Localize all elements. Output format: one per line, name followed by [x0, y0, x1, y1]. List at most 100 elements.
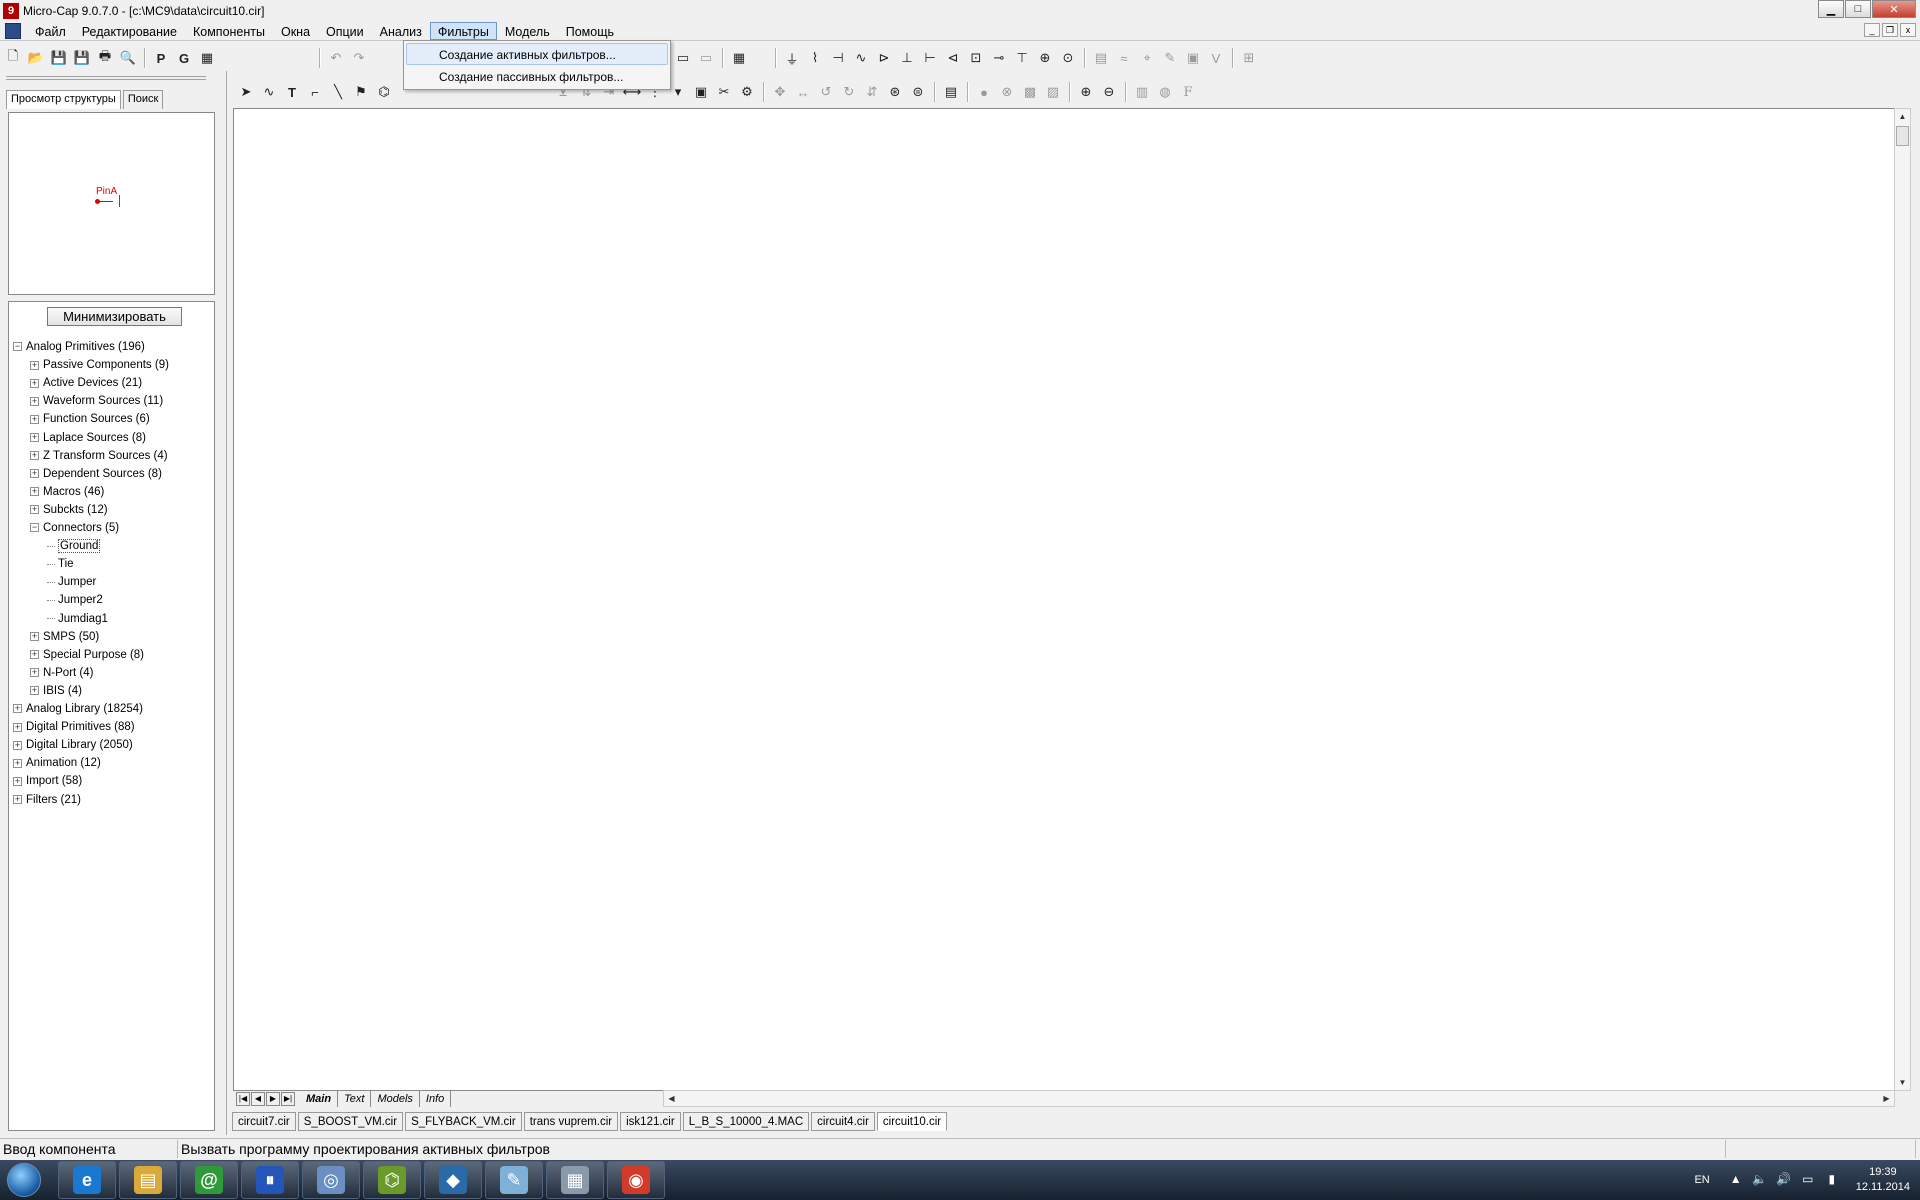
- tree-item[interactable]: − Connectors (5): [30, 519, 119, 537]
- scroll-left-icon[interactable]: ◀: [664, 1091, 679, 1106]
- zoom-fit-icon[interactable]: ⊞: [1238, 47, 1260, 69]
- taskbar-app-button[interactable]: ◉: [607, 1161, 665, 1199]
- volume-icon[interactable]: 🔊: [1776, 1172, 1792, 1188]
- scroll-down-icon[interactable]: ▼: [1895, 1075, 1910, 1090]
- move-icon[interactable]: ✥: [769, 81, 791, 103]
- file-tab[interactable]: isk121.cir: [620, 1112, 681, 1131]
- tree-item[interactable]: + Passive Components (9): [30, 356, 169, 374]
- rotate-left-icon[interactable]: ↺: [815, 81, 837, 103]
- source-icon[interactable]: ⊕: [1034, 47, 1056, 69]
- speaker-muted-icon[interactable]: 🔈: [1752, 1172, 1768, 1188]
- tree-item[interactable]: + Animation (12): [13, 754, 101, 772]
- expand-icon[interactable]: +: [13, 740, 22, 750]
- globe-icon[interactable]: ◍: [1154, 81, 1176, 103]
- opamp-icon[interactable]: ⊲: [942, 47, 964, 69]
- expand-icon[interactable]: +: [30, 505, 39, 515]
- battery-icon[interactable]: ⊥: [896, 47, 918, 69]
- expand-icon[interactable]: +: [13, 722, 22, 732]
- expand-icon[interactable]: +: [30, 414, 39, 424]
- taskbar-app-button[interactable]: ✎: [485, 1161, 543, 1199]
- expand-icon[interactable]: +: [30, 451, 39, 461]
- tree-item[interactable]: + Active Devices (21): [30, 374, 142, 392]
- tie-icon[interactable]: ⊸: [988, 47, 1010, 69]
- ground-symbol-icon[interactable]: ⏚: [781, 47, 803, 69]
- collapse-icon[interactable]: −: [13, 342, 22, 352]
- vp-icon[interactable]: V: [1205, 47, 1227, 69]
- print-preview-icon[interactable]: 🔍: [117, 47, 139, 69]
- tree-item[interactable]: + Digital Library (2050): [13, 736, 133, 754]
- window-cascade-icon[interactable]: ▭: [695, 47, 717, 69]
- expand-icon[interactable]: +: [30, 668, 39, 678]
- tree-item[interactable]: + Function Sources (6): [30, 410, 150, 428]
- frame-icon[interactable]: ▣: [690, 81, 712, 103]
- close-icon[interactable]: ✕: [1872, 0, 1916, 18]
- taskbar-app-button[interactable]: ◆: [424, 1161, 482, 1199]
- first-sheet-icon[interactable]: |◀: [236, 1092, 250, 1106]
- expand-icon[interactable]: +: [30, 396, 39, 406]
- menu-item[interactable]: Анализ: [372, 22, 430, 40]
- expand-icon[interactable]: +: [30, 378, 39, 388]
- capacitor-icon[interactable]: ⊣: [827, 47, 849, 69]
- expand-icon[interactable]: +: [30, 632, 39, 642]
- select-arrow-icon[interactable]: ➤: [235, 81, 257, 103]
- maximize-icon[interactable]: □: [1845, 0, 1871, 18]
- menu-item[interactable]: Файл: [27, 22, 74, 40]
- function-icon[interactable]: F: [1177, 81, 1199, 103]
- tree-item[interactable]: − Analog Primitives (196): [13, 338, 145, 356]
- orthogonal-wire-icon[interactable]: ⌐: [304, 81, 326, 103]
- display-icon[interactable]: ▭: [1800, 1172, 1816, 1188]
- invert-icon[interactable]: ⇵: [861, 81, 883, 103]
- expand-icon[interactable]: +: [30, 432, 39, 442]
- print-icon[interactable]: 🖶: [94, 47, 116, 69]
- next-sheet-icon[interactable]: ▶: [266, 1092, 280, 1106]
- expand-icon[interactable]: +: [13, 704, 22, 714]
- send-back-icon[interactable]: ▨: [1042, 81, 1064, 103]
- info-stop-icon[interactable]: ●: [973, 81, 995, 103]
- file-tab[interactable]: trans vuprem.cir: [523, 1112, 619, 1131]
- diagonal-wire-icon[interactable]: ╲: [327, 81, 349, 103]
- expand-icon[interactable]: +: [30, 650, 39, 660]
- tree-item[interactable]: Jumper: [47, 573, 96, 591]
- pulse-source-icon[interactable]: ⊙: [1057, 47, 1079, 69]
- sheet-tab[interactable]: Models: [371, 1091, 420, 1107]
- tree-item[interactable]: Jumdiag1: [47, 610, 108, 628]
- prev-sheet-icon[interactable]: ◀: [251, 1092, 265, 1106]
- tree-item[interactable]: + Special Purpose (8): [30, 646, 144, 664]
- file-tab[interactable]: circuit4.cir: [811, 1112, 875, 1131]
- language-indicator[interactable]: EN: [1694, 1174, 1709, 1186]
- expand-icon[interactable]: +: [30, 686, 39, 696]
- layout-icon[interactable]: ▦: [196, 47, 218, 69]
- taskbar-app-button[interactable]: e: [58, 1161, 116, 1199]
- tree-item[interactable]: + Analog Library (18254): [13, 700, 143, 718]
- tab-structure-view[interactable]: Просмотр структуры: [6, 90, 121, 109]
- presentation-icon[interactable]: ▤: [940, 81, 962, 103]
- text-tool-icon[interactable]: T: [281, 81, 303, 103]
- expand-icon[interactable]: +: [30, 469, 39, 479]
- taskbar-app-button[interactable]: ▤: [119, 1161, 177, 1199]
- image-icon[interactable]: ▣: [1182, 47, 1204, 69]
- properties-icon[interactable]: ⚙: [736, 81, 758, 103]
- file-tab[interactable]: L_B_S_10000_4.MAC: [682, 1112, 810, 1131]
- open-folder-icon[interactable]: 📂: [25, 47, 47, 69]
- g-button[interactable]: G: [173, 47, 195, 69]
- scroll-right-icon[interactable]: ▶: [1879, 1091, 1894, 1106]
- cancel-icon[interactable]: ⊗: [996, 81, 1018, 103]
- vertical-scrollbar[interactable]: ▲ ▼: [1894, 108, 1911, 1091]
- file-tab[interactable]: circuit7.cir: [232, 1112, 296, 1131]
- zoom-out-icon[interactable]: ⊖: [1098, 81, 1120, 103]
- tree-item[interactable]: Ground: [47, 537, 101, 555]
- taskbar-app-button[interactable]: ◎: [302, 1161, 360, 1199]
- resistor-icon[interactable]: ⌇: [804, 47, 826, 69]
- expand-icon[interactable]: +: [13, 758, 22, 768]
- tree-item[interactable]: Tie: [47, 555, 74, 573]
- file-tab[interactable]: S_BOOST_VM.cir: [297, 1112, 404, 1131]
- tree-item[interactable]: + SMPS (50): [30, 628, 99, 646]
- sheet-tab[interactable]: Text: [338, 1091, 372, 1107]
- expand-icon[interactable]: +: [13, 776, 22, 786]
- minimize-icon[interactable]: ▁: [1818, 0, 1844, 18]
- schematic-canvas[interactable]: [233, 108, 1895, 1091]
- minimize-button[interactable]: Минимизировать: [47, 307, 182, 326]
- save-all-icon[interactable]: 💾: [71, 47, 93, 69]
- save-icon[interactable]: 💾: [48, 47, 70, 69]
- horizontal-scrollbar[interactable]: ◀ ▶: [663, 1090, 1895, 1107]
